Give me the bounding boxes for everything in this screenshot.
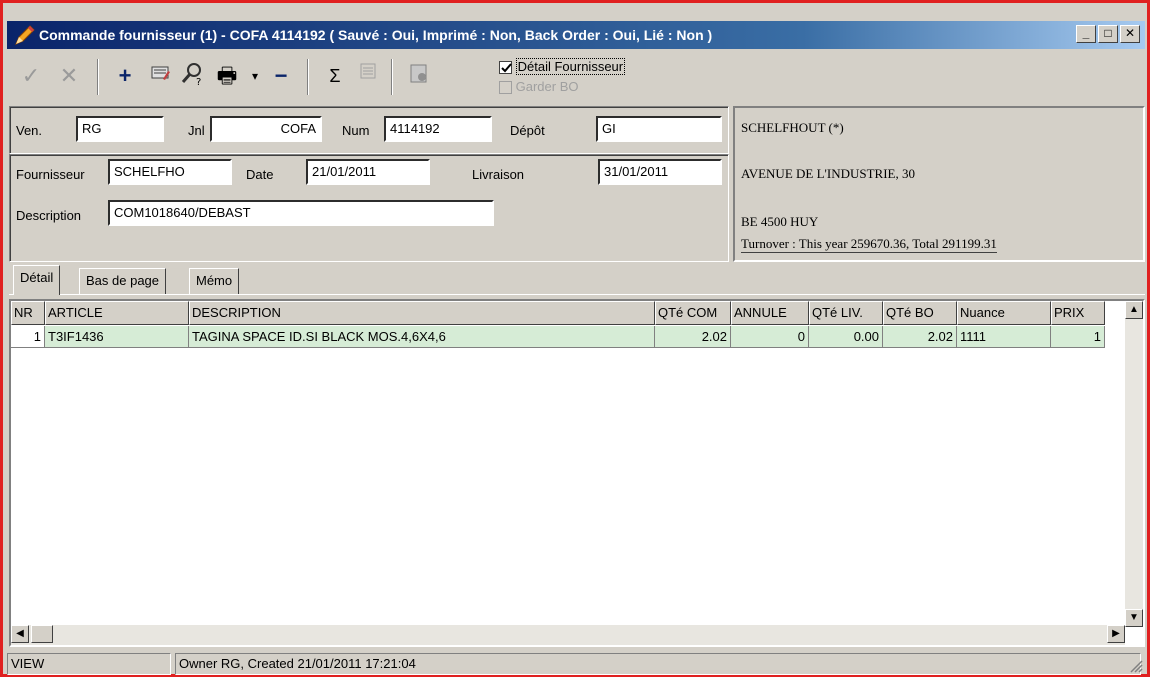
col-header-prix[interactable]: PRIX <box>1051 301 1105 325</box>
toolbar-separator <box>391 59 393 95</box>
cell-qte-bo: 2.02 <box>883 326 957 348</box>
status-bar: VIEW Owner RG, Created 21/01/2011 17:21:… <box>7 653 1145 675</box>
svg-text:?: ? <box>196 77 201 87</box>
tab-memo[interactable]: Mémo <box>189 268 240 294</box>
col-header-qte-liv[interactable]: QTé LIV. <box>809 301 883 325</box>
status-info: Owner RG, Created 21/01/2011 17:21:04 <box>175 653 1141 675</box>
col-header-nuance[interactable]: Nuance <box>957 301 1051 325</box>
livraison-label: Livraison <box>472 167 525 182</box>
cell-nr: 1 <box>11 326 45 348</box>
supplier-turnover: Turnover : This year 259670.36, Total 29… <box>741 236 997 253</box>
cell-prix: 1 <box>1051 326 1105 348</box>
garder-bo-checkbox[interactable]: Garder BO <box>499 79 579 95</box>
add-icon[interactable]: + <box>111 61 139 91</box>
ven-label: Ven. <box>16 123 43 138</box>
date-field[interactable]: 21/01/2011 <box>306 159 430 185</box>
livraison-field[interactable]: 31/01/2011 <box>598 159 722 185</box>
date-label: Date <box>246 167 274 182</box>
app-pencil-icon <box>15 25 35 45</box>
minimize-button[interactable]: _ <box>1076 25 1096 43</box>
col-header-qte-bo[interactable]: QTé BO <box>883 301 957 325</box>
num-field[interactable]: 4114192 <box>384 116 492 142</box>
header-panel-top: Ven. RG Jnl COFA Num 4114192 Dépôt GI <box>9 106 729 154</box>
col-header-annule[interactable]: ANNULE <box>731 301 809 325</box>
jnl-field[interactable]: COFA <box>210 116 322 142</box>
cell-annule: 0 <box>731 326 809 348</box>
cell-article: T3IF1436 <box>45 326 189 348</box>
document-icon[interactable] <box>405 61 433 91</box>
close-button[interactable]: ✕ <box>1120 25 1140 43</box>
detail-fournisseur-label: Détail Fournisseur <box>515 58 626 75</box>
garder-bo-label: Garder BO <box>515 79 579 94</box>
print-icon[interactable]: 🖶 <box>213 61 241 91</box>
tab-detail[interactable]: Détail <box>13 265 61 295</box>
col-header-nr[interactable]: NR <box>11 301 45 325</box>
toolbar-separator <box>307 59 309 95</box>
fournisseur-field[interactable]: SCHELFHO <box>108 159 232 185</box>
status-mode: VIEW <box>7 653 171 675</box>
col-header-article[interactable]: ARTICLE <box>45 301 189 325</box>
col-header-description[interactable]: DESCRIPTION <box>189 301 655 325</box>
app-window: Commande fournisseur (1) - COFA 4114192 … <box>0 0 1150 677</box>
toolbar: ✓ ✕ + ? 🖶 ▾ − Σ Détail Fournisseur Garde… <box>11 55 731 103</box>
scroll-down-icon[interactable]: ▼ <box>1125 609 1143 627</box>
search-icon[interactable]: ? <box>179 61 207 91</box>
cancel-icon[interactable]: ✕ <box>55 61 83 91</box>
supplier-street: AVENUE DE L'INDUSTRIE, 30 <box>741 166 915 181</box>
header-panel-bottom: Fournisseur SCHELFHO Date 21/01/2011 Liv… <box>9 154 729 262</box>
remove-icon[interactable]: − <box>267 61 295 91</box>
detail-fournisseur-checkbox[interactable]: Détail Fournisseur <box>499 58 626 75</box>
garder-bo-check-box[interactable] <box>499 81 512 95</box>
sum-icon[interactable]: Σ <box>321 61 349 91</box>
horizontal-scrollbar[interactable]: ◀ ▶ <box>11 625 1125 645</box>
supplier-address-box: SCHELFHOUT (*) AVENUE DE L'INDUSTRIE, 30… <box>733 106 1145 262</box>
ven-field[interactable]: RG <box>76 116 164 142</box>
scroll-up-icon[interactable]: ▲ <box>1125 301 1143 319</box>
supplier-name: SCHELFHOUT (*) <box>741 120 844 135</box>
toolbar-separator <box>97 59 99 95</box>
supplier-city: BE 4500 HUY <box>741 214 819 229</box>
maximize-button[interactable]: □ <box>1098 25 1118 43</box>
depot-field[interactable]: GI <box>596 116 722 142</box>
window-title: Commande fournisseur (1) - COFA 4114192 … <box>39 27 713 43</box>
scroll-right-icon[interactable]: ▶ <box>1107 625 1125 643</box>
depot-label: Dépôt <box>510 123 545 138</box>
fournisseur-label: Fournisseur <box>16 167 85 182</box>
resize-grip-icon[interactable] <box>1127 657 1143 673</box>
num-label: Num <box>342 123 370 138</box>
edit-card-icon[interactable] <box>147 61 175 91</box>
calculator-icon[interactable] <box>355 61 383 91</box>
tab-baseline <box>9 294 1145 295</box>
print-dropdown-icon[interactable]: ▾ <box>241 61 269 91</box>
confirm-icon[interactable]: ✓ <box>17 61 45 91</box>
vertical-scrollbar[interactable]: ▲ ▼ <box>1125 301 1143 627</box>
horizontal-scroll-thumb[interactable] <box>31 625 53 643</box>
scroll-left-icon[interactable]: ◀ <box>11 625 29 643</box>
grid-header: NR ARTICLE DESCRIPTION QTé COM ANNULE QT… <box>11 301 1105 325</box>
description-label: Description <box>16 208 82 223</box>
order-lines-grid[interactable]: NR ARTICLE DESCRIPTION QTé COM ANNULE QT… <box>9 299 1145 647</box>
col-header-qte-com[interactable]: QTé COM <box>655 301 731 325</box>
jnl-label: Jnl <box>188 123 205 138</box>
title-bar[interactable]: Commande fournisseur (1) - COFA 4114192 … <box>7 21 1145 49</box>
cell-nuance: 1111 <box>957 326 1051 348</box>
description-field[interactable]: COM1018640/DEBAST <box>108 200 494 226</box>
detail-fournisseur-check-box[interactable] <box>499 61 512 75</box>
cell-qte-liv: 0.00 <box>809 326 883 348</box>
table-row[interactable]: 1 T3IF1436 TAGINA SPACE ID.SI BLACK MOS.… <box>11 326 1105 348</box>
tab-bas-de-page[interactable]: Bas de page <box>79 268 167 294</box>
cell-description: TAGINA SPACE ID.SI BLACK MOS.4,6X4,6 <box>189 326 655 348</box>
cell-qte-com: 2.02 <box>655 326 731 348</box>
